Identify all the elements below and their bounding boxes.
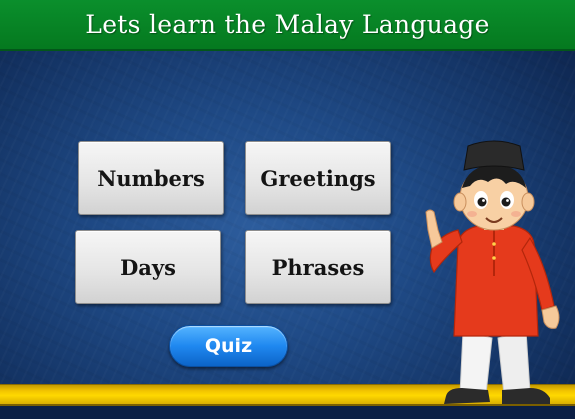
left-trouser: [459, 330, 493, 395]
phrases-button[interactable]: Phrases: [245, 230, 391, 304]
raised-hand: [425, 209, 443, 249]
left-ear: [453, 192, 467, 212]
right-trouser: [497, 330, 531, 395]
page-title: Lets learn the Malay Language: [85, 10, 490, 39]
songkok-cap: [463, 140, 525, 171]
title-bar: Lets learn the Malay Language: [0, 0, 575, 51]
right-pupil: [501, 197, 511, 207]
boy-character-illustration: [425, 140, 560, 404]
quiz-button[interactable]: Quiz: [169, 325, 288, 367]
red-shirt: [453, 225, 539, 337]
greetings-button[interactable]: Greetings: [245, 141, 391, 215]
shirt-button: [492, 256, 496, 260]
numbers-button[interactable]: Numbers: [78, 141, 224, 215]
right-hand: [541, 305, 560, 329]
shirt-button: [492, 242, 496, 246]
days-button[interactable]: Days: [75, 230, 221, 304]
right-ear: [521, 192, 535, 212]
right-shoe: [502, 388, 550, 404]
left-pupil: [477, 197, 487, 207]
left-shoe: [444, 388, 490, 404]
